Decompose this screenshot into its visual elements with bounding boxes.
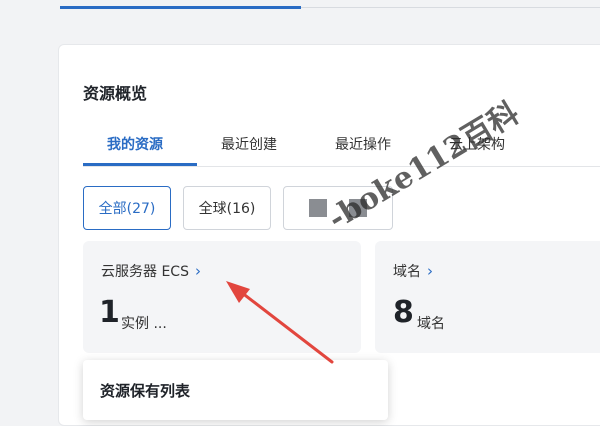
annotation-arrow [226, 281, 334, 364]
